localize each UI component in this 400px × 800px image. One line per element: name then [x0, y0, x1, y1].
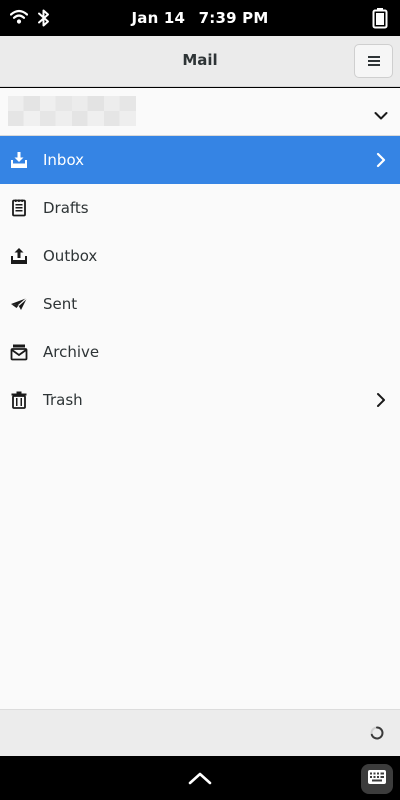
trash-can-icon — [10, 391, 28, 409]
bottom-status-bar — [0, 709, 400, 756]
hamburger-menu-icon — [367, 52, 381, 71]
chevron-right-icon[interactable] — [376, 392, 386, 412]
system-nav-bar — [0, 756, 400, 800]
keyboard-toggle-button[interactable] — [361, 764, 393, 794]
inbox-download-icon — [10, 151, 28, 169]
status-date: Jan 14 — [131, 9, 186, 27]
status-bar: Jan 14 7:39 PM — [0, 0, 400, 36]
status-clock: Jan 14 7:39 PM — [0, 9, 400, 27]
folder-item-trash[interactable]: Trash — [0, 376, 400, 424]
account-name-redacted — [8, 96, 136, 126]
page-title: Mail — [182, 51, 218, 69]
chevron-down-icon — [374, 106, 388, 125]
account-selector[interactable] — [0, 88, 400, 136]
folder-item-outbox[interactable]: Outbox — [0, 232, 400, 280]
folder-item-inbox[interactable]: Inbox — [0, 136, 400, 184]
archive-box-icon — [10, 343, 28, 361]
folder-sidebar: Inbox Drafts Outbox Sent Archive Trash — [0, 88, 400, 709]
outbox-upload-icon — [10, 247, 28, 265]
battery-icon — [372, 7, 388, 33]
folder-item-drafts[interactable]: Drafts — [0, 184, 400, 232]
folder-label: Drafts — [43, 199, 89, 217]
main-menu-button[interactable] — [354, 44, 393, 78]
loading-spinner-icon — [369, 725, 385, 745]
status-time: 7:39 PM — [198, 9, 269, 27]
folder-label: Archive — [43, 343, 100, 361]
header-bar: Mail — [0, 36, 400, 87]
sent-paper-plane-icon — [10, 295, 28, 313]
chevron-right-icon[interactable] — [376, 152, 386, 172]
drafts-document-icon — [10, 199, 28, 217]
folder-item-archive[interactable]: Archive — [0, 328, 400, 376]
folder-list: Inbox Drafts Outbox Sent Archive Trash — [0, 136, 400, 424]
folder-label: Outbox — [43, 247, 98, 265]
keyboard-icon — [367, 769, 387, 789]
folder-item-sent[interactable]: Sent — [0, 280, 400, 328]
chevron-up-icon[interactable] — [188, 770, 212, 789]
folder-label: Inbox — [43, 151, 85, 169]
folder-label: Trash — [43, 391, 83, 409]
folder-label: Sent — [43, 295, 78, 313]
